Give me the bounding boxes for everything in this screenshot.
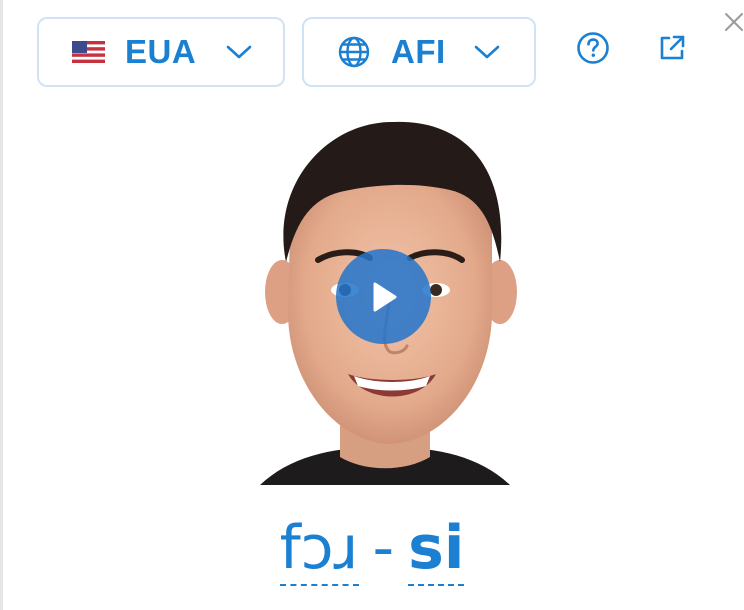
chevron-down-icon	[474, 45, 499, 59]
help-circle-icon	[577, 32, 609, 64]
notation-selector[interactable]: AFI	[302, 17, 536, 87]
syllable-stressed[interactable]: si	[408, 512, 465, 586]
notation-selector-label: AFI	[391, 33, 446, 70]
phonetic-transcription: fɔɹ - si	[0, 512, 744, 586]
region-selector-label: EUA	[125, 33, 197, 70]
close-icon	[725, 13, 743, 31]
external-link-icon	[660, 35, 685, 60]
chevron-down-icon	[226, 45, 252, 59]
close-button[interactable]	[722, 10, 744, 34]
help-button[interactable]	[575, 30, 611, 66]
play-button[interactable]	[336, 249, 431, 344]
globe-icon	[338, 36, 370, 68]
syllable-separator: -	[372, 513, 395, 583]
us-flag-icon	[72, 41, 105, 63]
play-icon	[373, 282, 396, 311]
region-selector[interactable]: EUA	[37, 17, 285, 87]
syllable-unstressed[interactable]: fɔɹ	[279, 512, 359, 586]
open-external-button[interactable]	[654, 30, 690, 66]
